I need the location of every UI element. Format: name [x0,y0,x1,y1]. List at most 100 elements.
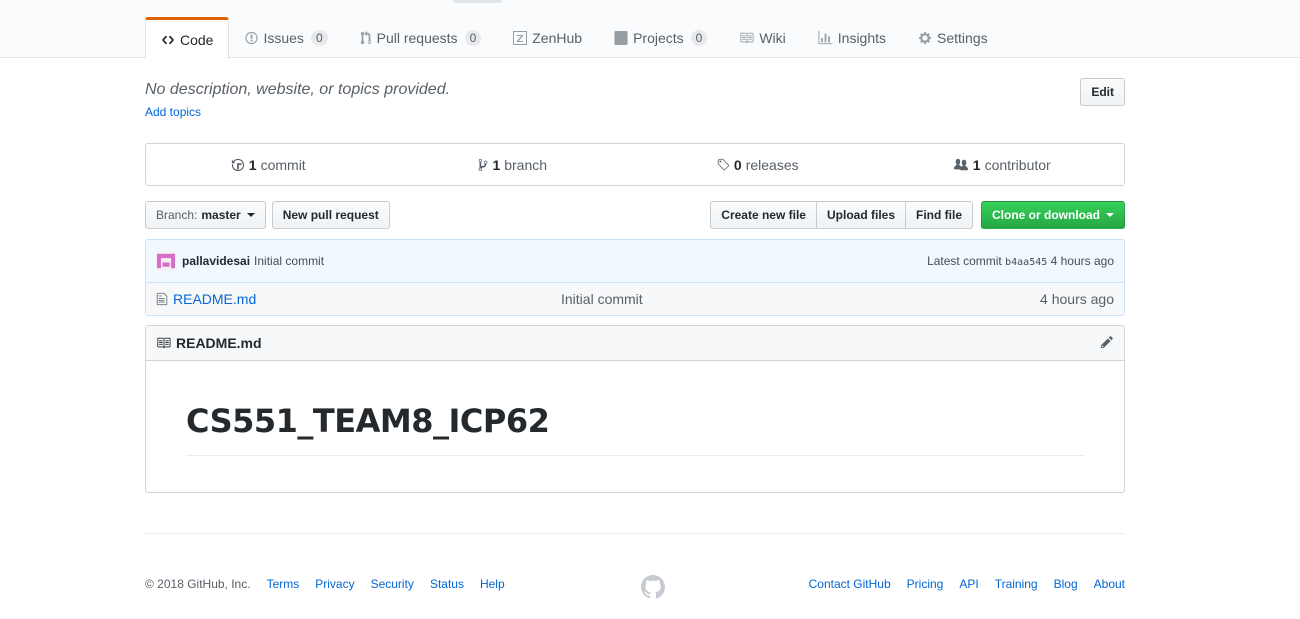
commit-sha-link[interactable]: b4aa545 [1005,257,1047,268]
latest-commit-label: Latest commit [927,254,1002,268]
book-icon [157,337,171,349]
branch-select-button[interactable]: Branch: master [145,201,266,229]
copyright: © 2018 GitHub, Inc. [145,577,251,591]
file-name-link[interactable]: README.md [173,291,256,307]
releases-count: 0 [733,156,742,173]
project-icon [614,31,628,45]
tab-pull-requests[interactable]: Pull requests 0 [344,17,498,58]
book-icon [740,32,754,44]
footer-link-pricing[interactable]: Pricing [907,577,944,591]
commits-label: commit [260,156,306,173]
tab-pull-requests-label: Pull requests [376,30,458,46]
contributors-count: 1 [972,156,981,173]
projects-counter: 0 [690,30,708,46]
file-navigation: Branch: master New pull request Create n… [145,201,1125,229]
file-icon [156,292,168,306]
branches-count: 1 [492,156,501,173]
tab-zenhub[interactable]: ZenHub [497,17,598,58]
identicon-icon [157,253,175,269]
upload-files-button[interactable]: Upload files [815,201,906,229]
releases-link[interactable]: 0 releases [635,157,880,173]
site-footer: © 2018 GitHub, Inc. Terms Privacy Securi… [145,533,1125,619]
commits-count: 1 [248,156,257,173]
readme-box: README.md CS551_TEAM8_ICP62 [145,325,1125,493]
history-icon [231,158,244,171]
tab-settings[interactable]: Settings [902,17,1004,58]
issue-icon [245,31,259,45]
tab-insights[interactable]: Insights [802,17,902,58]
commit-age: 4 hours ago [1050,254,1114,268]
contributors-link[interactable]: 1 contributor [880,157,1125,173]
tab-wiki-label: Wiki [759,30,786,46]
tab-issues-label: Issues [263,30,304,46]
chevron-down-icon [1106,213,1114,217]
footer-link-about[interactable]: About [1094,577,1125,591]
tab-issues[interactable]: Issues 0 [229,17,343,58]
tab-code[interactable]: Code [145,17,230,59]
footer-link-privacy[interactable]: Privacy [315,577,354,591]
readme-header: README.md [146,326,1124,361]
description-text: No description, website, or topics provi… [145,81,451,98]
tab-settings-label: Settings [937,30,988,46]
readme-title: README.md [176,335,262,351]
file-commit-message-link[interactable]: Initial commit [561,291,643,307]
tab-projects[interactable]: Projects 0 [598,17,723,58]
commit-author-link[interactable]: pallavidesai [182,254,250,268]
pull-requests-counter: 0 [464,30,482,46]
edit-readme-button[interactable] [1100,335,1114,352]
tab-insights-label: Insights [837,30,887,46]
code-icon [161,35,175,44]
pull-request-icon [360,31,371,45]
branch-prefix: Branch: [156,208,198,222]
pencil-icon [1100,335,1113,348]
graph-icon [818,31,833,45]
clone-or-download-label: Clone or download [992,208,1100,222]
edit-button[interactable]: Edit [1080,78,1125,106]
gear-icon [918,31,932,45]
file-table: pallavidesai Initial commit Latest commi… [145,239,1125,316]
create-new-file-button[interactable]: Create new file [710,201,817,229]
tag-icon [717,158,730,170]
readme-content: CS551_TEAM8_ICP62 [146,361,1124,456]
repo-nav: Code Issues 0 Pull requests 0 ZenHub Pro… [145,17,1004,59]
commits-link[interactable]: 1 commit [146,157,391,173]
footer-link-training[interactable]: Training [995,577,1038,591]
commit-message-link[interactable]: Initial commit [254,254,324,268]
zenhub-icon [513,31,528,45]
tab-code-label: Code [180,31,214,48]
releases-label: releases [745,156,799,173]
header-stub [453,0,502,3]
issues-counter: 0 [310,30,328,46]
github-logo-icon[interactable] [641,575,665,602]
footer-link-security[interactable]: Security [371,577,414,591]
organization-icon [953,158,968,170]
branches-label: branch [504,156,548,173]
clone-or-download-button[interactable]: Clone or download [981,201,1125,229]
footer-link-terms[interactable]: Terms [267,577,300,591]
repo-description: No description, website, or topics provi… [145,78,1125,128]
branch-name: master [201,208,241,222]
footer-link-status[interactable]: Status [430,577,464,591]
numbers-summary: 1 commit 1 branch 0 releases 1 contribut… [145,143,1125,186]
latest-commit-info: Latest commit b4aa545 4 hours ago [927,254,1114,268]
table-row: README.md Initial commit 4 hours ago [146,283,1124,315]
file-age: 4 hours ago [1040,291,1114,307]
footer-link-help[interactable]: Help [480,577,505,591]
avatar[interactable] [156,251,176,271]
branch-icon [479,158,488,171]
tab-projects-label: Projects [633,30,684,46]
readme-heading: CS551_TEAM8_ICP62 [186,401,1084,456]
new-pull-request-button[interactable]: New pull request [271,201,390,229]
footer-link-api[interactable]: API [959,577,978,591]
repo-header: Code Issues 0 Pull requests 0 ZenHub Pro… [0,0,1300,59]
tab-wiki[interactable]: Wiki [723,17,801,58]
chevron-down-icon [246,213,255,217]
contributors-label: contributor [984,156,1051,173]
find-file-button[interactable]: Find file [905,201,973,229]
tab-zenhub-label: ZenHub [532,30,583,46]
footer-link-contact[interactable]: Contact GitHub [809,577,891,591]
branches-link[interactable]: 1 branch [391,157,636,173]
add-topics-link[interactable]: Add topics [145,105,1125,119]
commit-tease: pallavidesai Initial commit Latest commi… [146,240,1124,283]
footer-link-blog[interactable]: Blog [1054,577,1078,591]
